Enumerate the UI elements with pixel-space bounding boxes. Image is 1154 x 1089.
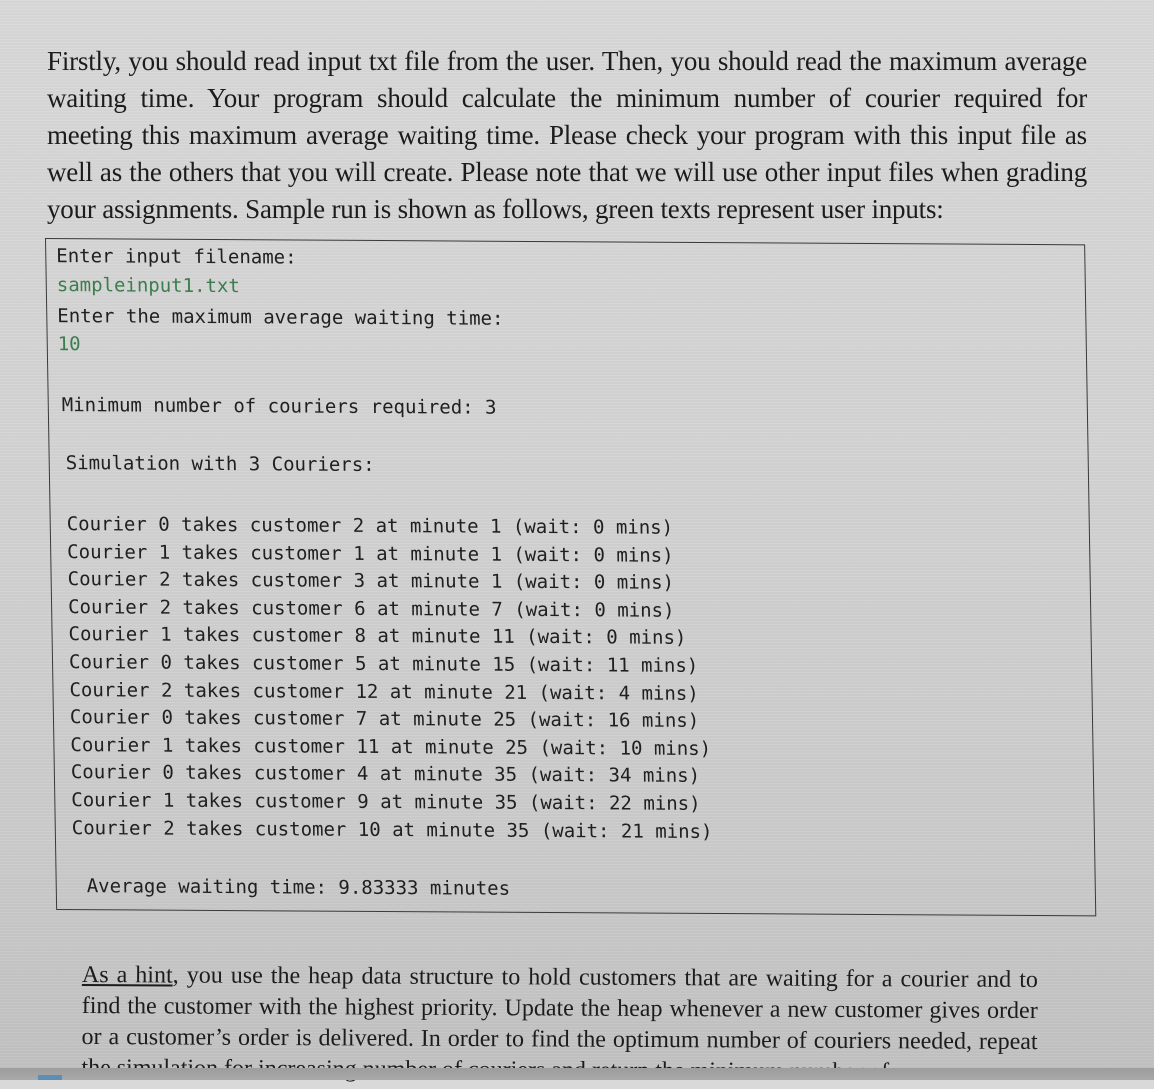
- log-line: Courier 0 takes customer 5 at minute 15 …: [68, 651, 699, 677]
- min-couriers-result: Minimum number of couriers required: 3: [61, 394, 497, 419]
- taskbar-item: [38, 1075, 62, 1080]
- log-line: Courier 1 takes customer 8 at minute 11 …: [68, 623, 687, 650]
- intro-paragraph: Firstly, you should read input txt file …: [47, 46, 1087, 224]
- hint-label: As a hint: [81, 962, 173, 989]
- average-waiting-time: Average waiting time: 9.83333 minutes: [86, 875, 511, 900]
- log-line: Courier 0 takes customer 7 at minute 25 …: [69, 706, 700, 733]
- log-line: Courier 1 takes customer 1 at minute 1 (…: [67, 540, 674, 567]
- sample-run-console: Enter input filename: sampleinput1.txt E…: [45, 238, 1097, 917]
- log-line: Courier 0 takes customer 2 at minute 1 (…: [66, 513, 674, 539]
- user-input-filename: sampleinput1.txt: [56, 274, 241, 298]
- prompt-filename: Enter input filename:: [56, 245, 297, 269]
- log-line: Courier 0 takes customer 4 at minute 35 …: [70, 761, 701, 788]
- log-line: Courier 1 takes customer 9 at minute 35 …: [71, 789, 701, 815]
- log-line: Courier 2 takes customer 3 at minute 1 (…: [67, 568, 675, 594]
- log-line: Courier 1 takes customer 11 at minute 25…: [70, 733, 712, 760]
- log-line: Courier 2 takes customer 6 at minute 7 (…: [67, 595, 675, 622]
- user-input-max-wait: 10: [57, 333, 81, 356]
- log-line: Courier 2 takes customer 10 at minute 35…: [71, 816, 713, 843]
- log-line: Courier 2 takes customer 12 at minute 21…: [69, 678, 699, 705]
- hint-text: , you use the heap data structure to hol…: [81, 962, 1038, 1085]
- prompt-max-wait: Enter the maximum average waiting time:: [57, 305, 504, 330]
- document-page: Firstly, you should read input txt file …: [0, 0, 1154, 1085]
- screen-bottom-edge: [0, 1068, 1154, 1080]
- simulation-log: Courier 0 takes customer 2 at minute 1 (…: [67, 511, 713, 846]
- simulation-header: Simulation with 3 Couriers:: [65, 452, 375, 476]
